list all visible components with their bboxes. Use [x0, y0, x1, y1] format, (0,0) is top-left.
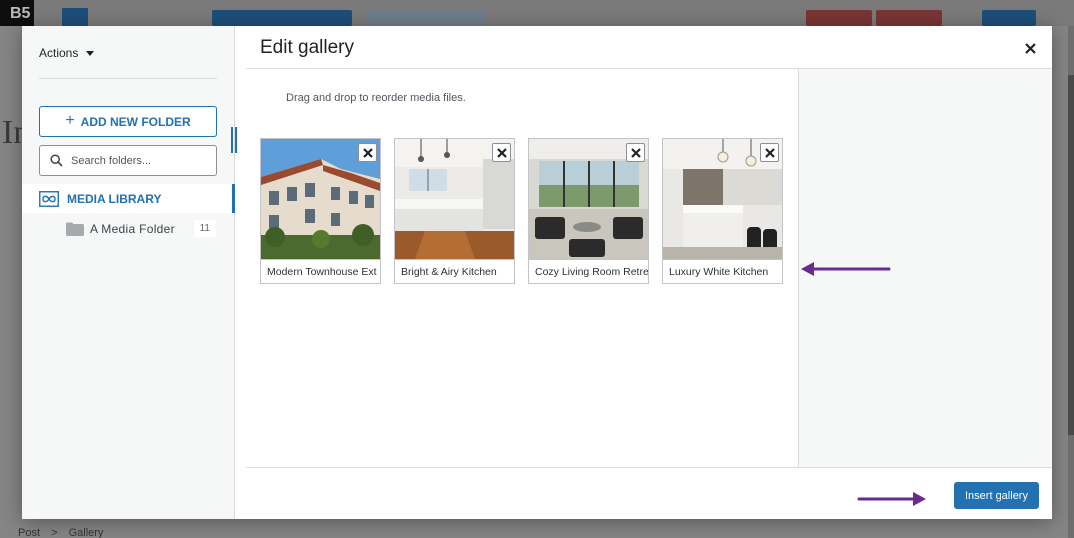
add-new-folder-button[interactable]: + ADD NEW FOLDER: [39, 106, 217, 137]
remove-button[interactable]: [358, 143, 377, 162]
edit-gallery-modal: Actions + ADD NEW FOLDER MEDIA LIBRARY: [22, 26, 1052, 519]
editor-breadcrumb: Post > Gallery: [18, 527, 111, 538]
sidebar-item-a-media-folder[interactable]: A Media Folder 11: [66, 218, 216, 240]
annotation-arrow-left-icon: [801, 262, 891, 276]
caret-down-icon: [86, 50, 95, 56]
footer-divider: [246, 467, 1052, 468]
gallery-item-caption[interactable]: Luxury White Kitchen: [663, 259, 782, 283]
gallery-item[interactable]: Modern Townhouse Ext: [260, 138, 381, 284]
media-library-icon: [39, 190, 59, 207]
close-icon: [1024, 42, 1036, 54]
editor-toolbar-button: [806, 10, 872, 26]
editor-toolbar-button: [876, 10, 942, 26]
remove-button[interactable]: [492, 143, 511, 162]
breadcrumb-item: Gallery: [68, 527, 104, 538]
remove-button[interactable]: [626, 143, 645, 162]
remove-icon: [496, 147, 507, 158]
modal-title: Edit gallery: [260, 37, 354, 58]
gallery-item[interactable]: Luxury White Kitchen: [662, 138, 783, 284]
gallery-attachments: Drag and drop to reorder media files. Mo…: [246, 69, 798, 467]
sidebar-divider: [39, 78, 217, 79]
editor-publish-button: [982, 10, 1036, 26]
breadcrumb-item: Post: [18, 527, 41, 538]
editor-add-block-button: [62, 8, 88, 26]
gallery-item-caption[interactable]: Modern Townhouse Ext: [261, 259, 380, 283]
active-indicator: [232, 184, 235, 213]
folder-icon: [66, 222, 84, 236]
actions-dropdown[interactable]: Actions: [39, 46, 95, 60]
folders-sidebar: Actions + ADD NEW FOLDER MEDIA LIBRARY: [22, 26, 235, 519]
remove-icon: [362, 147, 373, 158]
search-icon: [50, 154, 63, 167]
annotation-arrow-right-icon: [857, 492, 926, 506]
insert-gallery-button[interactable]: Insert gallery: [954, 482, 1039, 509]
add-new-folder-label: ADD NEW FOLDER: [80, 114, 191, 129]
media-library-label: MEDIA LIBRARY: [67, 191, 162, 206]
remove-icon: [630, 147, 641, 158]
editor-topbar: B5: [0, 0, 1074, 26]
search-folders-box: [39, 145, 217, 176]
remove-button[interactable]: [760, 143, 779, 162]
editor-logo: B5: [0, 0, 34, 26]
sidebar-resize-handle[interactable]: [231, 127, 239, 153]
breadcrumb-separator: >: [51, 527, 58, 538]
sidebar-item-media-library[interactable]: MEDIA LIBRARY: [22, 184, 235, 213]
gallery-item[interactable]: Bright & Airy Kitchen: [394, 138, 515, 284]
plus-icon: +: [65, 111, 75, 129]
editor-toolbar-button: [212, 10, 352, 26]
drag-hint-text: Drag and drop to reorder media files.: [286, 92, 466, 104]
folder-count-badge: 11: [193, 220, 216, 237]
gallery-item-caption[interactable]: Bright & Airy Kitchen: [395, 259, 514, 283]
remove-icon: [764, 147, 775, 158]
gallery-item-caption[interactable]: Cozy Living Room Retre: [529, 259, 648, 283]
close-button[interactable]: [1020, 38, 1040, 58]
editor-scrollbar-thumb: [1068, 75, 1074, 435]
actions-label: Actions: [39, 46, 79, 60]
folder-label: A Media Folder: [90, 222, 175, 236]
gallery-item[interactable]: Cozy Living Room Retre: [528, 138, 649, 284]
editor-toolbar-button: [366, 10, 484, 26]
search-folders-input[interactable]: [71, 154, 211, 167]
